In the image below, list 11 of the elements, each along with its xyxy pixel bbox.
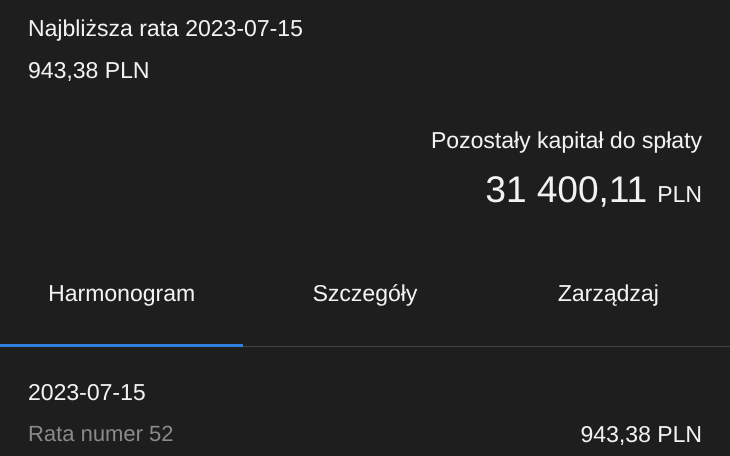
tab[interactable]: Harmonogram [0, 261, 244, 347]
installment-amount: 943,38 PLN [580, 420, 702, 449]
installment-description: Rata numer 52 [28, 420, 174, 448]
next-installment-amount: 943,38 PLN [28, 56, 150, 85]
next-installment-label: Najbliższa rata 2023-07-15 [28, 14, 303, 43]
remaining-capital-label: Pozostały kapitał do spłaty [430, 126, 702, 155]
tab[interactable]: Szczegóły [243, 261, 487, 347]
tab[interactable]: Zarządzaj [486, 261, 730, 347]
remaining-capital-amount: 31 400,11 [485, 169, 648, 211]
currency-label: PLN [657, 181, 702, 208]
installment-date: 2023-07-15 [28, 378, 146, 407]
